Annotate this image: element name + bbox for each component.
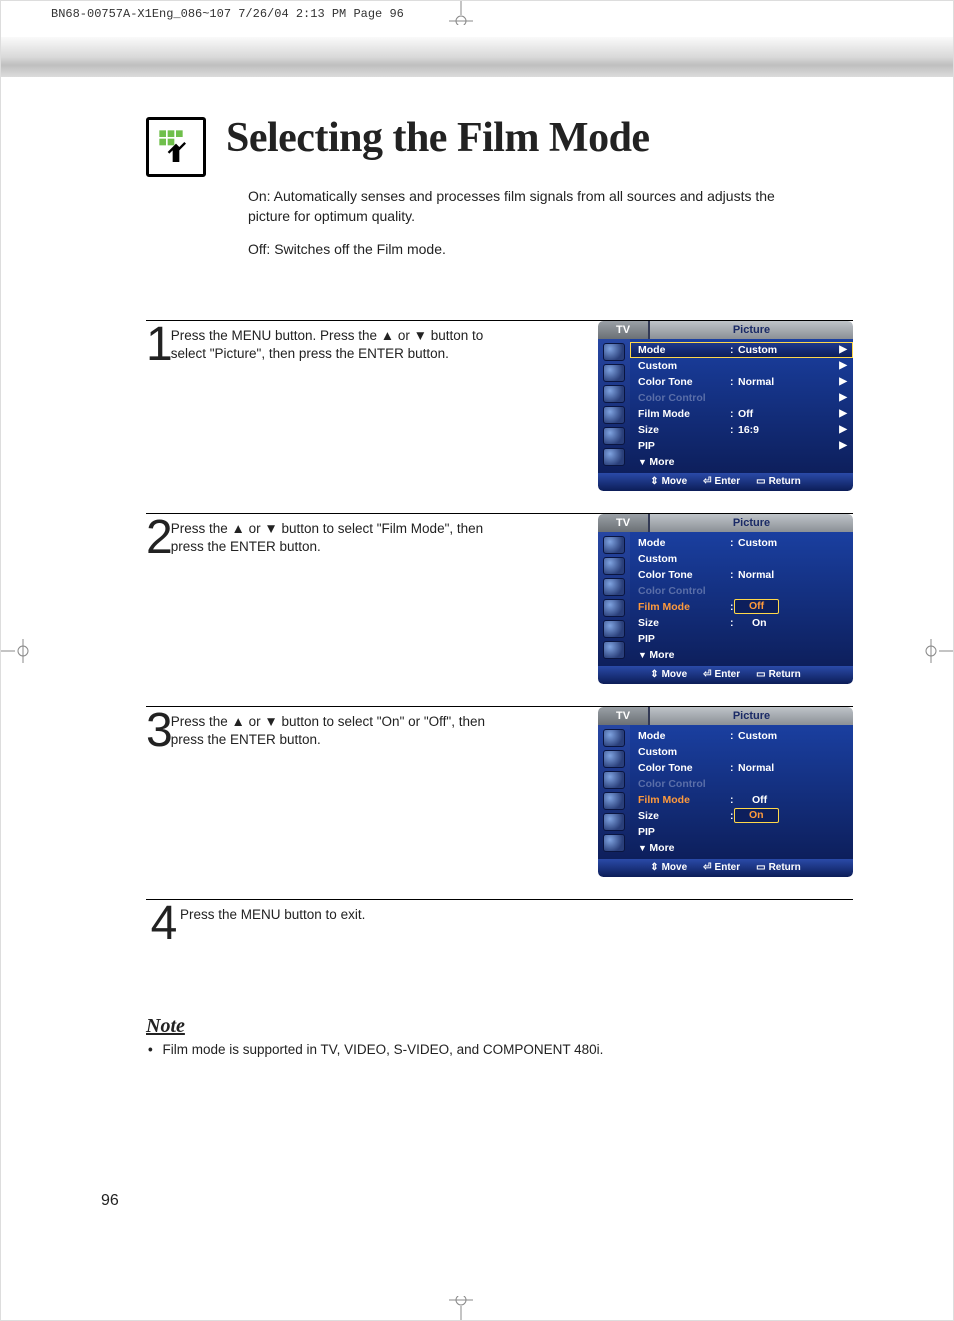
note-item: Film mode is supported in TV, VIDEO, S-V… bbox=[146, 1042, 853, 1057]
osd-row-colortone[interactable]: Color Tone:Normal bbox=[630, 567, 853, 583]
steps: 1 Press the MENU button. Press the ▲ or … bbox=[146, 320, 853, 945]
osd-row-more[interactable]: More bbox=[630, 840, 853, 856]
osd-row-size[interactable]: Size:On bbox=[630, 615, 853, 631]
step-number: 4 bbox=[146, 902, 180, 945]
step-text: Press the ▲ or ▼ button to select "On" o… bbox=[171, 709, 506, 752]
step-4: 4 Press the MENU button to exit. bbox=[146, 899, 853, 945]
intro-text: On: Automatically senses and processes f… bbox=[248, 187, 808, 260]
osd-row-mode[interactable]: Mode:Custom bbox=[630, 728, 853, 744]
osd-row-filmmode[interactable]: Film Mode:Off▶ bbox=[630, 406, 853, 422]
page-number: 96 bbox=[101, 1192, 119, 1210]
crop-mark-bottom bbox=[431, 1296, 491, 1320]
osd-row-colorcontrol: Color Control bbox=[630, 776, 853, 792]
osd-row-colortone[interactable]: Color Tone:Normal bbox=[630, 760, 853, 776]
osd-list: Mode:Custom Custom Color Tone:Normal Col… bbox=[630, 532, 853, 666]
osd-screen-3: TV Picture Mode:Custom Custom Color Tone… bbox=[598, 707, 853, 877]
osd-row-mode[interactable]: Mode:Custom bbox=[630, 535, 853, 551]
osd-screen-1: TV Picture Mode:Custom▶ Custom▶ Color To… bbox=[598, 321, 853, 491]
osd-tv-label: TV bbox=[598, 514, 650, 532]
osd-row-more[interactable]: More bbox=[630, 647, 853, 663]
osd-row-custom[interactable]: Custom▶ bbox=[630, 358, 853, 374]
osd-row-pip[interactable]: PIP bbox=[630, 631, 853, 647]
page-title: Selecting the Film Mode bbox=[226, 117, 650, 159]
intro-p2: Off: Switches off the Film mode. bbox=[248, 240, 808, 260]
osd-tv-label: TV bbox=[598, 707, 650, 725]
crop-mark-left bbox=[1, 621, 29, 681]
osd-title: Picture bbox=[650, 514, 853, 532]
osd-row-mode[interactable]: Mode:Custom▶ bbox=[630, 342, 853, 358]
osd-category-icons bbox=[598, 532, 630, 666]
step-number: 1 bbox=[146, 323, 171, 366]
osd-row-more[interactable]: More bbox=[630, 454, 853, 470]
step-3: 3 Press the ▲ or ▼ button to select "On"… bbox=[146, 706, 853, 877]
osd-row-filmmode[interactable]: Film Mode:Off bbox=[630, 599, 853, 615]
osd-list: Mode:Custom▶ Custom▶ Color Tone:Normal▶ … bbox=[630, 339, 853, 473]
step-text: Press the MENU button. Press the ▲ or ▼ … bbox=[171, 323, 506, 366]
osd-row-pip[interactable]: PIP bbox=[630, 824, 853, 840]
crop-mark-right bbox=[925, 621, 953, 681]
step-number: 2 bbox=[146, 516, 171, 559]
osd-footer: Move Enter Return bbox=[598, 859, 853, 877]
crop-mark-top bbox=[431, 1, 491, 25]
osd-footer: Move Enter Return bbox=[598, 473, 853, 491]
osd-screen-2: TV Picture Mode:Custom Custom Color Tone… bbox=[598, 514, 853, 684]
option-off[interactable]: Off bbox=[738, 794, 781, 806]
header-bar bbox=[1, 37, 953, 77]
osd-row-filmmode[interactable]: Film Mode:Off bbox=[630, 792, 853, 808]
step-text: Press the MENU button to exit. bbox=[180, 902, 365, 945]
osd-row-colorcontrol: Color Control bbox=[630, 583, 853, 599]
osd-category-icons bbox=[598, 725, 630, 859]
option-on[interactable]: On bbox=[738, 617, 781, 629]
note-heading: Note bbox=[146, 1015, 853, 1038]
option-on[interactable]: On bbox=[734, 808, 779, 823]
option-off[interactable]: Off bbox=[734, 599, 779, 614]
osd-tv-label: TV bbox=[598, 321, 650, 339]
osd-row-colorcontrol: Color Control▶ bbox=[630, 390, 853, 406]
osd-row-size[interactable]: Size:On bbox=[630, 808, 853, 824]
step-2: 2 Press the ▲ or ▼ button to select "Fil… bbox=[146, 513, 853, 684]
step-1: 1 Press the MENU button. Press the ▲ or … bbox=[146, 320, 853, 491]
step-number: 3 bbox=[146, 709, 171, 752]
osd-row-custom[interactable]: Custom bbox=[630, 744, 853, 760]
osd-category-icons bbox=[598, 339, 630, 473]
note-section: Note Film mode is supported in TV, VIDEO… bbox=[146, 1015, 853, 1057]
osd-title: Picture bbox=[650, 321, 853, 339]
intro-p1: On: Automatically senses and processes f… bbox=[248, 187, 808, 226]
osd-row-colortone[interactable]: Color Tone:Normal▶ bbox=[630, 374, 853, 390]
osd-row-custom[interactable]: Custom bbox=[630, 551, 853, 567]
osd-row-pip[interactable]: PIP▶ bbox=[630, 438, 853, 454]
osd-title: Picture bbox=[650, 707, 853, 725]
step-text: Press the ▲ or ▼ button to select "Film … bbox=[171, 516, 506, 559]
topic-icon bbox=[146, 117, 206, 177]
osd-list: Mode:Custom Custom Color Tone:Normal Col… bbox=[630, 725, 853, 859]
osd-row-size[interactable]: Size:16:9▶ bbox=[630, 422, 853, 438]
osd-footer: Move Enter Return bbox=[598, 666, 853, 684]
